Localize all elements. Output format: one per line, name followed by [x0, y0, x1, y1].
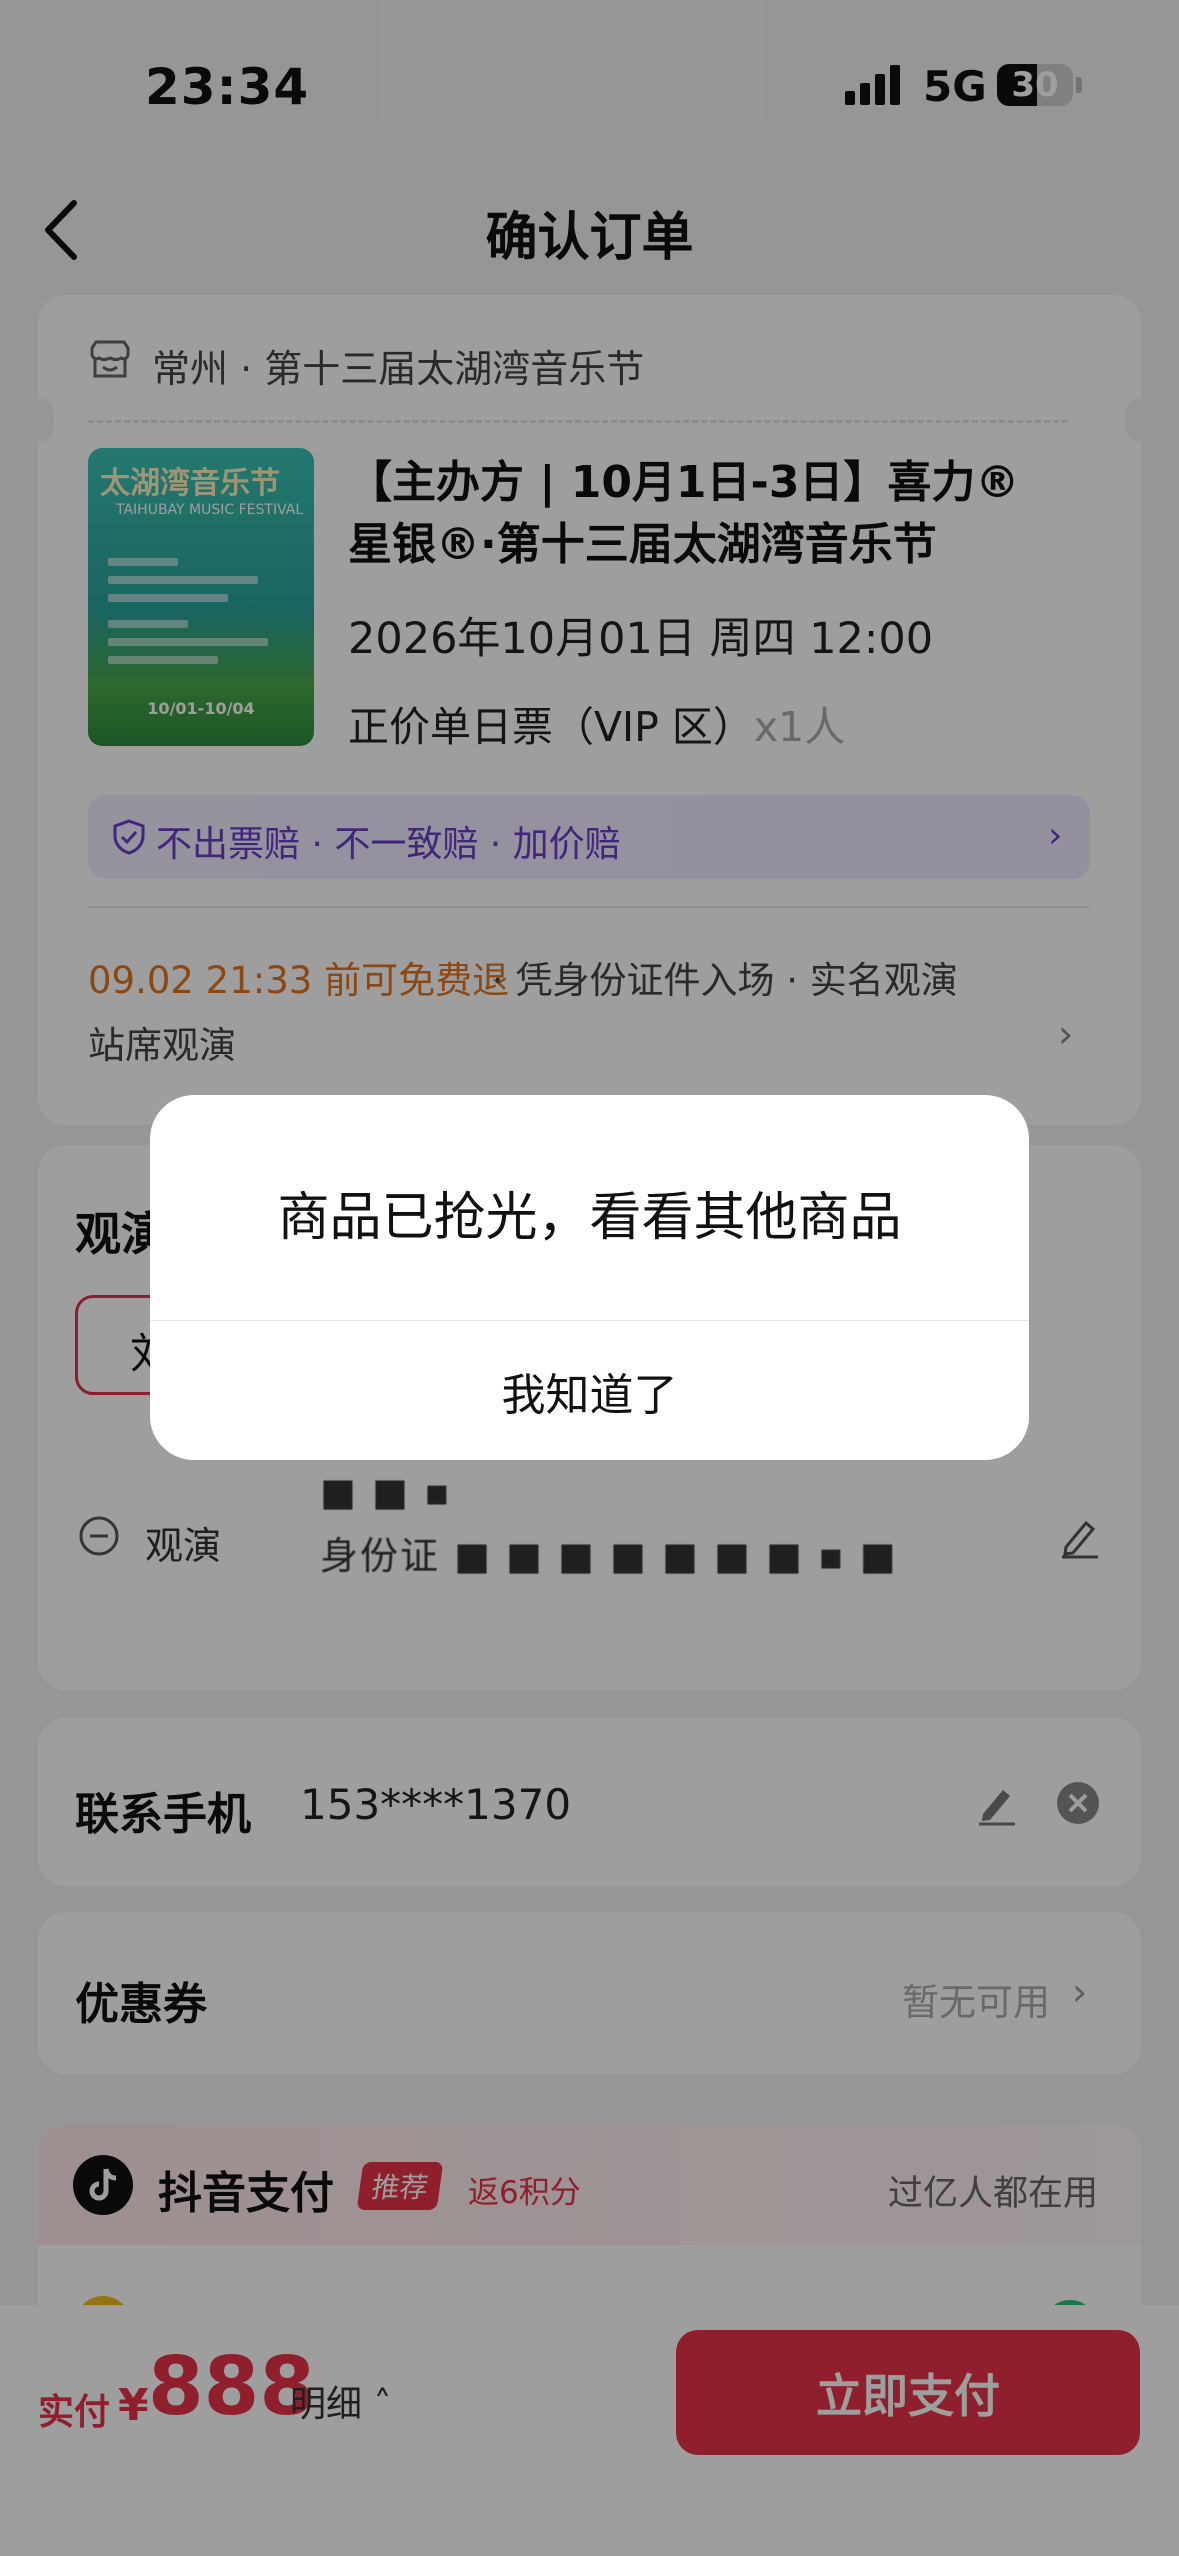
sold-out-dialog: 商品已抢光，看看其他商品 我知道了 — [150, 1095, 1029, 1460]
dialog-message: 商品已抢光，看看其他商品 — [277, 1188, 902, 1248]
dialog-confirm-button[interactable]: 我知道了 — [150, 1321, 1029, 1460]
